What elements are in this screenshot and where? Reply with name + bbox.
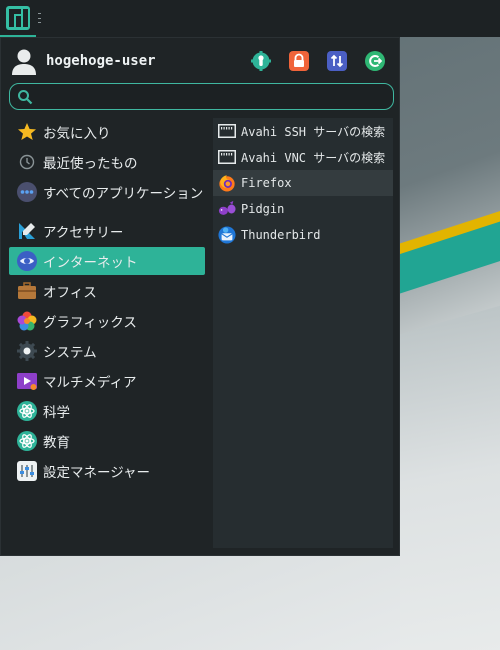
category-favorites[interactable]: お気に入り bbox=[9, 118, 205, 146]
logout-icon bbox=[365, 51, 385, 71]
category-multimedia[interactable]: マルチメディア bbox=[9, 367, 205, 395]
app-label: Pidgin bbox=[241, 202, 285, 216]
all-apps-icon bbox=[17, 182, 37, 202]
lock-screen-button[interactable] bbox=[288, 50, 310, 72]
category-internet[interactable]: インターネット bbox=[9, 247, 205, 275]
category-label: アクセサリー bbox=[43, 225, 124, 241]
app-label: Avahi SSH サーバの検索 bbox=[241, 124, 386, 139]
science-icon bbox=[17, 401, 37, 421]
settings-icon bbox=[251, 51, 271, 71]
star-icon bbox=[17, 122, 37, 142]
whisker-menu: hogehoge-user お気に入り 最近使ったもの すべてのアプリケーション… bbox=[0, 37, 400, 556]
top-panel bbox=[0, 0, 500, 37]
system-icon bbox=[17, 341, 37, 361]
graphics-icon bbox=[17, 311, 37, 331]
settings-button[interactable] bbox=[250, 50, 272, 72]
category-list: お気に入り 最近使ったもの すべてのアプリケーション アクセサリー インターネッ… bbox=[9, 118, 207, 487]
category-science[interactable]: 科学 bbox=[9, 397, 205, 425]
search-icon bbox=[18, 90, 33, 105]
firefox-icon bbox=[218, 174, 236, 192]
category-label: すべてのアプリケーション bbox=[43, 186, 204, 202]
office-icon bbox=[17, 281, 37, 301]
app-item-pidgin[interactable]: Pidgin bbox=[213, 196, 393, 222]
network-icon bbox=[218, 122, 236, 140]
app-label: Avahi VNC サーバの検索 bbox=[241, 150, 386, 165]
category-label: グラフィックス bbox=[43, 315, 137, 331]
category-label: マルチメディア bbox=[43, 375, 137, 391]
switch-user-icon bbox=[327, 51, 347, 71]
category-label: インターネット bbox=[43, 255, 138, 271]
app-item-avahi-vnc[interactable]: Avahi VNC サーバの検索 bbox=[213, 144, 393, 170]
internet-icon bbox=[17, 251, 37, 271]
settings-manager-icon bbox=[17, 461, 37, 481]
app-item-firefox[interactable]: Firefox bbox=[213, 170, 393, 196]
category-recent[interactable]: 最近使ったもの bbox=[9, 148, 205, 176]
app-item-avahi-ssh[interactable]: Avahi SSH サーバの検索 bbox=[213, 118, 393, 144]
manjaro-logo-icon bbox=[6, 5, 30, 30]
application-menu-button[interactable] bbox=[0, 0, 36, 37]
category-education[interactable]: 教育 bbox=[9, 427, 205, 455]
category-accessories[interactable]: アクセサリー bbox=[9, 217, 205, 245]
app-list: Avahi SSH サーバの検索 Avahi VNC サーバの検索 Firefo… bbox=[213, 118, 393, 548]
category-label: 最近使ったもの bbox=[43, 156, 138, 172]
pidgin-icon bbox=[218, 200, 236, 218]
app-item-thunderbird[interactable]: Thunderbird bbox=[213, 222, 393, 248]
thunderbird-icon bbox=[218, 226, 236, 244]
search-input[interactable] bbox=[40, 86, 385, 108]
category-graphics[interactable]: グラフィックス bbox=[9, 307, 205, 335]
logout-button[interactable] bbox=[364, 50, 386, 72]
username: hogehoge-user bbox=[46, 53, 156, 69]
search-box[interactable] bbox=[9, 83, 394, 110]
category-label: オフィス bbox=[43, 285, 97, 301]
multimedia-icon bbox=[17, 371, 37, 391]
avatar-icon bbox=[12, 49, 36, 75]
category-label: お気に入り bbox=[43, 126, 111, 142]
panel-separator bbox=[38, 13, 42, 23]
education-icon bbox=[17, 431, 37, 451]
app-label: Firefox bbox=[241, 176, 292, 190]
lock-icon bbox=[289, 51, 309, 71]
app-label: Thunderbird bbox=[241, 228, 321, 242]
category-label: 科学 bbox=[43, 405, 70, 421]
category-label: 教育 bbox=[43, 435, 70, 451]
category-system[interactable]: システム bbox=[9, 337, 205, 365]
switch-user-button[interactable] bbox=[326, 50, 348, 72]
wallpaper-shape bbox=[0, 555, 400, 650]
category-label: システム bbox=[43, 345, 97, 361]
clock-icon bbox=[17, 152, 37, 172]
accessories-icon bbox=[17, 221, 37, 241]
network-icon bbox=[218, 148, 236, 166]
category-office[interactable]: オフィス bbox=[9, 277, 205, 305]
category-settings-manager[interactable]: 設定マネージャー bbox=[9, 457, 205, 485]
user-header: hogehoge-user bbox=[1, 38, 399, 84]
category-label: 設定マネージャー bbox=[43, 465, 151, 481]
category-all-apps[interactable]: すべてのアプリケーション bbox=[9, 178, 205, 206]
